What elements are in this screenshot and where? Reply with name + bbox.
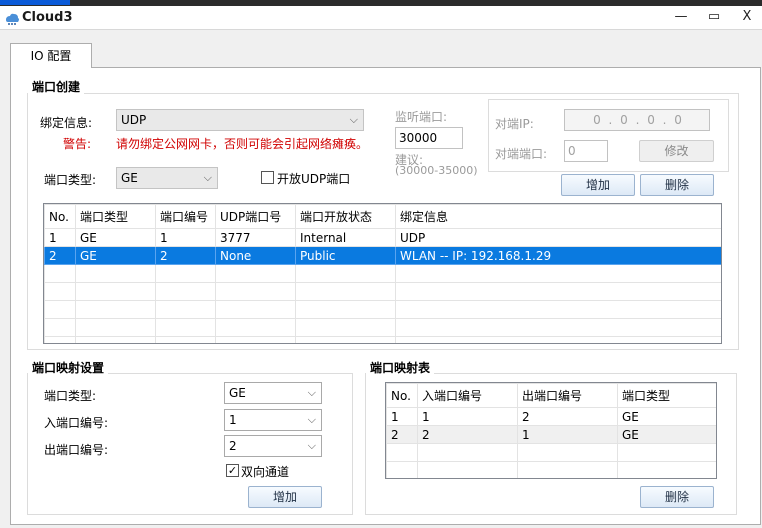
cell: 1: [386, 407, 418, 426]
cell: 2: [386, 425, 418, 444]
mapping-table: No. 入端口编号 出端口编号 端口类型 1 1 2 GE 2 2 1 GE: [385, 382, 717, 479]
port-mapping-settings-title: 端口映射设置: [28, 359, 109, 376]
port-type-select[interactable]: GE ⌵: [116, 167, 218, 189]
col-no: No.: [44, 204, 76, 229]
port-table: No. 端口类型 端口编号 UDP端口号 端口开放状态 绑定信息 1 GE 1 …: [43, 203, 722, 344]
peer-port-label: 对端端口:: [495, 147, 548, 161]
modify-button[interactable]: 修改: [639, 140, 714, 162]
col-port-number: 端口编号: [155, 204, 216, 229]
peer-port-input[interactable]: 0: [564, 140, 608, 162]
empty-row: [44, 300, 721, 319]
empty-row: [44, 282, 721, 301]
chevron-down-icon: ⌵: [307, 439, 316, 452]
suggest-range: (30000-35000): [395, 164, 478, 177]
cell: None: [215, 246, 296, 265]
bind-info-value: UDP: [121, 113, 147, 127]
bind-info-select[interactable]: UDP ⌵: [116, 109, 364, 131]
bidirectional-checkbox[interactable]: ✓: [226, 464, 239, 477]
window-title: Cloud3: [22, 10, 73, 25]
out-port-value: 2: [229, 439, 237, 453]
empty-row: [44, 264, 721, 283]
cell: GE: [75, 246, 156, 265]
out-port-label: 出端口编号:: [44, 443, 109, 457]
warning-text: 请勿绑定公网网卡，否则可能会引起网络瘫痪。: [116, 137, 369, 151]
map-port-type-select[interactable]: GE ⌵: [224, 382, 322, 404]
cell: GE: [75, 228, 156, 247]
map-port-type-value: GE: [229, 386, 246, 400]
empty-row: [44, 318, 721, 337]
chevron-down-icon: ⌵: [307, 386, 316, 399]
peer-ip-label: 对端IP:: [495, 117, 534, 131]
out-port-select[interactable]: 2 ⌵: [224, 435, 322, 457]
close-button[interactable]: X: [730, 6, 762, 28]
table-row[interactable]: 1 GE 1 3777 Internal UDP: [44, 228, 721, 247]
empty-row: [386, 443, 716, 462]
cell: 1: [517, 425, 618, 444]
in-port-value: 1: [229, 413, 237, 427]
empty-row: [44, 336, 721, 343]
bind-info-label: 绑定信息:: [40, 116, 93, 130]
cell: 1: [44, 228, 76, 247]
col-in-port: 入端口编号: [417, 383, 518, 408]
cell: GE: [617, 407, 716, 426]
col-out-port: 出端口编号: [517, 383, 618, 408]
port-table-header: No. 端口类型 端口编号 UDP端口号 端口开放状态 绑定信息: [44, 204, 721, 229]
cell: 2: [417, 425, 518, 444]
delete-port-button[interactable]: 删除: [640, 174, 714, 196]
cell: 2: [155, 246, 216, 265]
cell: GE: [617, 425, 716, 444]
empty-row: [386, 461, 716, 478]
map-port-type-label: 端口类型:: [44, 389, 97, 403]
table-row[interactable]: 1 1 2 GE: [386, 407, 716, 426]
port-type-value: GE: [121, 171, 138, 185]
chevron-down-icon: ⌵: [349, 113, 358, 126]
open-udp-checkbox[interactable]: [261, 171, 274, 184]
cell: UDP: [395, 228, 721, 247]
col-bind-info: 绑定信息: [395, 204, 721, 229]
col-open-state: 端口开放状态: [295, 204, 396, 229]
listen-port-input[interactable]: 30000: [395, 127, 463, 149]
port-creation-title: 端口创建: [28, 78, 85, 95]
cell: Public: [295, 246, 396, 265]
maximize-button[interactable]: ▭: [697, 6, 731, 28]
delete-mapping-button[interactable]: 删除: [640, 486, 714, 508]
mapping-table-header: No. 入端口编号 出端口编号 端口类型: [386, 383, 716, 408]
cell: 1: [155, 228, 216, 247]
cell: 2: [517, 407, 618, 426]
cell: 1: [417, 407, 518, 426]
cell: WLAN -- IP: 192.168.1.29: [395, 246, 721, 265]
minimize-button[interactable]: —: [664, 6, 698, 28]
cell: Internal: [295, 228, 396, 247]
col-no: No.: [386, 383, 418, 408]
title-bar: Cloud3 — ▭ X: [0, 6, 762, 30]
tab-io-config[interactable]: IO 配置: [10, 43, 92, 68]
add-port-button[interactable]: 增加: [561, 174, 635, 196]
chevron-down-icon: ⌵: [307, 413, 316, 426]
peer-ip-input[interactable]: 0 . 0 . 0 . 0: [564, 109, 710, 131]
cell: 2: [44, 246, 76, 265]
cloud-app-icon: [6, 13, 19, 25]
in-port-select[interactable]: 1 ⌵: [224, 409, 322, 431]
port-mapping-table-title: 端口映射表: [366, 359, 435, 376]
table-row-selected[interactable]: 2 GE 2 None Public WLAN -- IP: 192.168.1…: [44, 246, 721, 265]
add-mapping-button[interactable]: 增加: [248, 486, 322, 508]
col-udp-port: UDP端口号: [215, 204, 296, 229]
warning-label: 警告:: [63, 137, 92, 151]
col-port-type: 端口类型: [617, 383, 716, 408]
chevron-down-icon: ⌵: [203, 171, 212, 184]
open-udp-label: 开放UDP端口: [277, 172, 351, 186]
bidirectional-label: 双向通道: [241, 465, 290, 479]
table-row[interactable]: 2 2 1 GE: [386, 425, 716, 444]
port-type-label: 端口类型:: [44, 173, 97, 187]
listen-port-label: 监听端口:: [395, 110, 448, 124]
cell: 3777: [215, 228, 296, 247]
col-port-type: 端口类型: [75, 204, 156, 229]
in-port-label: 入端口编号:: [44, 416, 109, 430]
